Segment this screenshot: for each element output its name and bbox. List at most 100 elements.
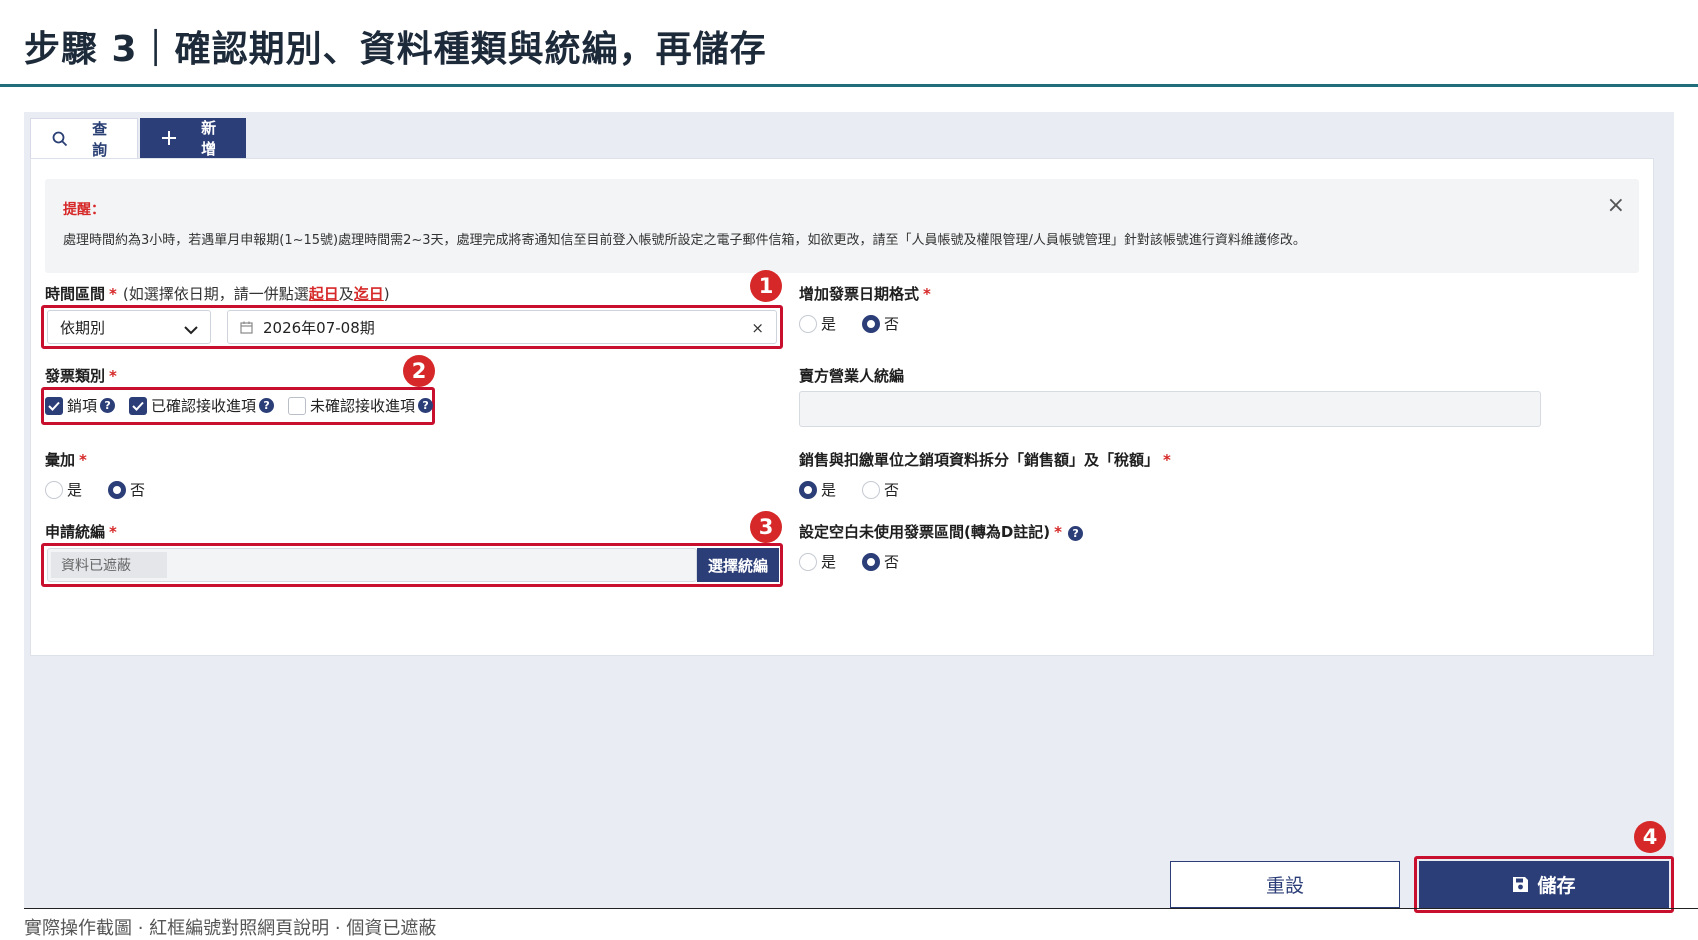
- radio-label: 否: [884, 553, 900, 571]
- close-icon[interactable]: ×: [1607, 195, 1625, 217]
- radio-selected[interactable]: [862, 314, 881, 333]
- app-window: 查詢 新增 提醒： 處理時間約為3小時，若遇單月申報期(1~15號)處理時間需2…: [24, 112, 1674, 908]
- bottom-divider: [24, 908, 1698, 909]
- radio-label: 否: [884, 481, 900, 499]
- radio-selected[interactable]: [799, 480, 817, 499]
- add-date-format-label: 增加發票日期格式 *: [799, 283, 931, 304]
- save-button[interactable]: 儲存: [1419, 861, 1669, 908]
- chevron-down-icon: [184, 321, 198, 339]
- floppy-disk-icon: [1512, 876, 1529, 893]
- checkbox-sales-label: 銷項: [67, 397, 98, 415]
- help-icon[interactable]: ?: [1068, 526, 1084, 541]
- invoice-type-label: 發票類別 *: [45, 365, 117, 386]
- checkbox-unchecked[interactable]: [288, 396, 307, 415]
- required-mark: *: [1054, 523, 1063, 541]
- blank-range-label-text: 設定空白未使用發票區間(轉為D註記): [799, 523, 1051, 541]
- required-mark: *: [109, 523, 117, 541]
- period-type-select[interactable]: 依期別: [47, 310, 211, 344]
- required-mark: *: [109, 285, 117, 303]
- seller-tax-id-input[interactable]: [799, 391, 1541, 427]
- checkbox-unconfirmed-purchase[interactable]: 未確認接收進項 ?: [288, 395, 434, 416]
- seller-tax-id-label: 賣方營業人統編: [799, 367, 905, 385]
- time-range-label-text: 時間區間: [45, 285, 106, 303]
- required-mark: *: [79, 451, 87, 469]
- reset-button[interactable]: 重設: [1170, 861, 1400, 908]
- radio-split-no[interactable]: 否: [862, 479, 899, 500]
- radio-label: 否: [130, 481, 146, 499]
- blank-range-options: 是 否: [799, 551, 925, 572]
- radio-label: 是: [821, 315, 837, 333]
- page-heading: 步驟 3｜確認期別、資料種類與統編，再儲存: [24, 29, 767, 70]
- clear-icon[interactable]: ×: [751, 319, 764, 337]
- split-sales-options: 是 否: [799, 479, 925, 500]
- form-panel: 提醒： 處理時間約為3小時，若遇單月申報期(1~15號)處理時間需2~3天，處理…: [30, 158, 1654, 656]
- hint-end-date: 迄日: [353, 285, 384, 303]
- radio-unselected[interactable]: [799, 314, 817, 333]
- radio-unselected[interactable]: [862, 480, 881, 499]
- notice-body: 處理時間約為3小時，若遇單月申報期(1~15號)處理時間需2~3天，處理完成將寄…: [63, 233, 1306, 248]
- help-icon[interactable]: ?: [100, 398, 116, 413]
- invoice-type-options: 銷項 ? 已確認接收進項 ? 未確認接收進項 ?: [45, 395, 447, 416]
- apply-tax-id-label: 申請統編 *: [45, 521, 117, 542]
- save-button-label: 儲存: [1537, 875, 1576, 897]
- notice-title: 提醒：: [63, 202, 105, 218]
- tab-query[interactable]: 查詢: [30, 118, 138, 159]
- radio-blank-yes[interactable]: 是: [799, 551, 836, 572]
- radio-unselected[interactable]: [799, 552, 817, 571]
- apply-tax-id-label-text: 申請統編: [45, 523, 106, 541]
- radio-date-format-yes[interactable]: 是: [799, 313, 836, 334]
- required-mark: *: [923, 285, 931, 303]
- checkbox-checked[interactable]: [129, 396, 148, 415]
- checkbox-sales[interactable]: 銷項 ?: [45, 395, 116, 416]
- split-sales-label: 銷售與扣繳單位之銷項資料拆分「銷售額」及「稅額」 *: [799, 449, 1171, 470]
- select-tax-id-button[interactable]: 選擇統編: [697, 548, 779, 582]
- aggregate-options: 是 否: [45, 479, 171, 500]
- time-range-label: 時間區間 * (如選擇依日期，請一併點選起日及迄日): [45, 283, 390, 304]
- required-mark: *: [1163, 451, 1171, 469]
- radio-label: 否: [884, 315, 900, 333]
- help-icon[interactable]: ?: [418, 398, 434, 413]
- radio-label: 是: [67, 481, 83, 499]
- add-date-format-options: 是 否: [799, 313, 925, 334]
- checkbox-confirmed-purchase[interactable]: 已確認接收進項 ?: [129, 395, 275, 416]
- radio-unselected[interactable]: [45, 480, 63, 499]
- help-icon[interactable]: ?: [259, 398, 275, 413]
- hint-prefix: (如選擇依日期，請一併點選: [122, 285, 309, 303]
- split-sales-label-text: 銷售與扣繳單位之銷項資料拆分「銷售額」及「稅額」: [799, 451, 1160, 469]
- aggregate-label-text: 彙加: [45, 451, 76, 469]
- heading-divider: [0, 84, 1698, 87]
- period-picker[interactable]: 2026年07-08期 ×: [227, 310, 777, 344]
- tab-bar: 查詢 新增: [30, 118, 246, 159]
- radio-split-yes[interactable]: 是: [799, 479, 836, 500]
- radio-selected[interactable]: [108, 480, 127, 499]
- step-badge-4: 4: [1634, 821, 1666, 853]
- radio-blank-no[interactable]: 否: [862, 551, 899, 572]
- required-mark: *: [109, 367, 117, 385]
- step-badge-2: 2: [403, 355, 435, 387]
- screenshot-caption: 實際操作截圖 · 紅框編號對照網頁說明 · 個資已遮蔽: [24, 918, 437, 939]
- checkbox-unconfirmed-purchase-label: 未確認接收進項: [310, 397, 416, 415]
- radio-selected[interactable]: [862, 552, 881, 571]
- invoice-type-label-text: 發票類別: [45, 367, 106, 385]
- hint-start-date: 起日: [308, 285, 339, 303]
- checkbox-checked[interactable]: [45, 396, 63, 415]
- step-badge-1: 1: [750, 270, 782, 302]
- radio-label: 是: [821, 481, 837, 499]
- step-badge-3: 3: [750, 511, 782, 543]
- hint-suffix: ): [383, 285, 390, 303]
- hint-mid: 及: [338, 285, 354, 303]
- period-value: 2026年07-08期: [263, 318, 375, 337]
- radio-aggregate-no[interactable]: 否: [108, 479, 145, 500]
- checkbox-confirmed-purchase-label: 已確認接收進項: [151, 397, 257, 415]
- masked-value: 資料已遮蔽: [51, 552, 167, 578]
- reminder-notice: 提醒： 處理時間約為3小時，若遇單月申報期(1~15號)處理時間需2~3天，處理…: [45, 179, 1639, 273]
- radio-aggregate-yes[interactable]: 是: [45, 479, 82, 500]
- radio-label: 是: [821, 553, 837, 571]
- plus-icon: [158, 130, 179, 146]
- aggregate-label: 彙加 *: [45, 449, 87, 470]
- blank-range-label: 設定空白未使用發票區間(轉為D註記) *?: [799, 521, 1084, 542]
- tab-add[interactable]: 新增: [140, 118, 246, 158]
- add-date-format-label-text: 增加發票日期格式: [799, 285, 920, 303]
- tab-add-label: 新增: [201, 119, 217, 158]
- radio-date-format-no[interactable]: 否: [862, 313, 899, 334]
